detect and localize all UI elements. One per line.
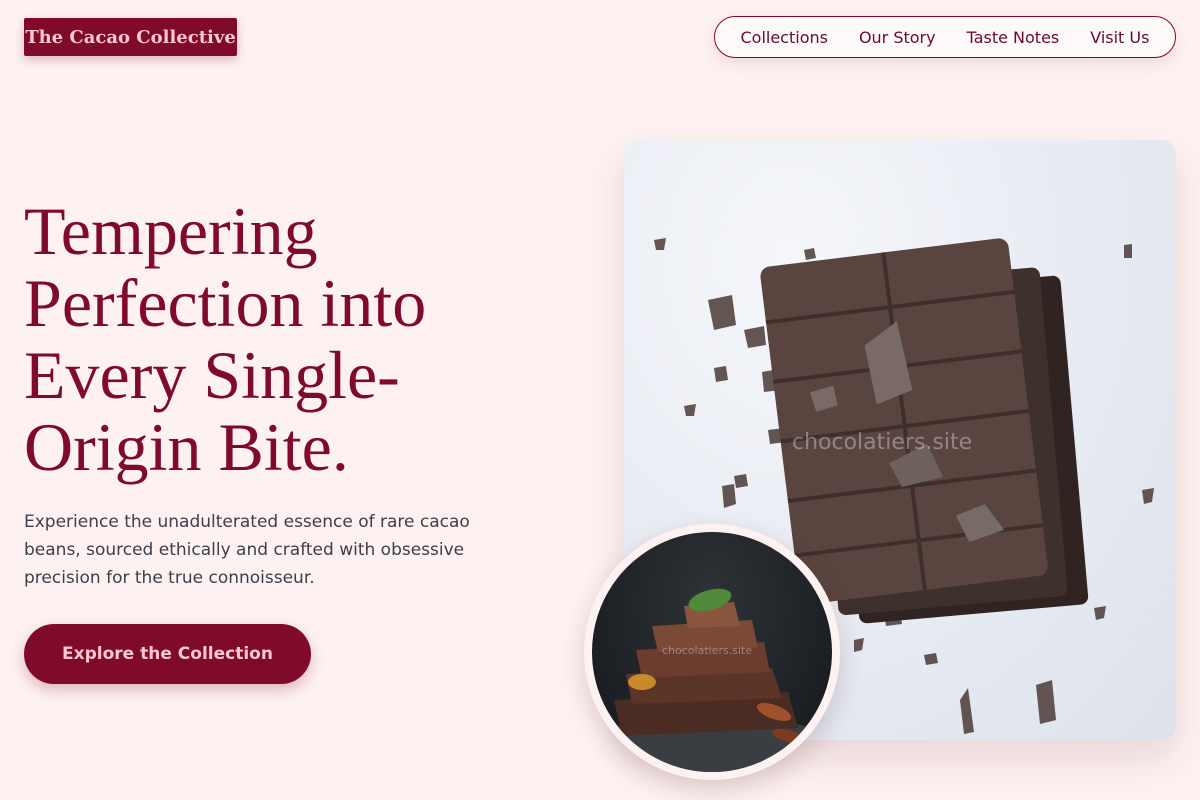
landing-page: The Cacao Collective Collections Our Sto… — [0, 0, 1200, 800]
hero-subcopy: Experience the unadulterated essence of … — [24, 512, 470, 588]
hero-headline: Tempering Perfection into Every Single-O… — [24, 193, 427, 485]
circle-photo-watermark: chocolatiers.site — [662, 644, 753, 657]
nav-item-taste-notes[interactable]: Taste Notes — [967, 28, 1060, 47]
brand-name: The Cacao Collective — [25, 26, 236, 48]
nav-item-collections[interactable]: Collections — [740, 28, 827, 47]
chocolate-stack-frame: chocolatiers.site — [592, 532, 832, 772]
main-nav: Collections Our Story Taste Notes Visit … — [714, 16, 1176, 58]
nav-item-our-story[interactable]: Our Story — [859, 28, 936, 47]
chocolate-stack-photo: chocolatiers.site — [584, 524, 840, 780]
nav-item-visit-us[interactable]: Visit Us — [1090, 28, 1149, 47]
main-photo-watermark: chocolatiers.site — [792, 430, 973, 455]
brand-logo[interactable]: The Cacao Collective — [24, 18, 237, 56]
explore-collection-button[interactable]: Explore the Collection — [24, 624, 311, 684]
